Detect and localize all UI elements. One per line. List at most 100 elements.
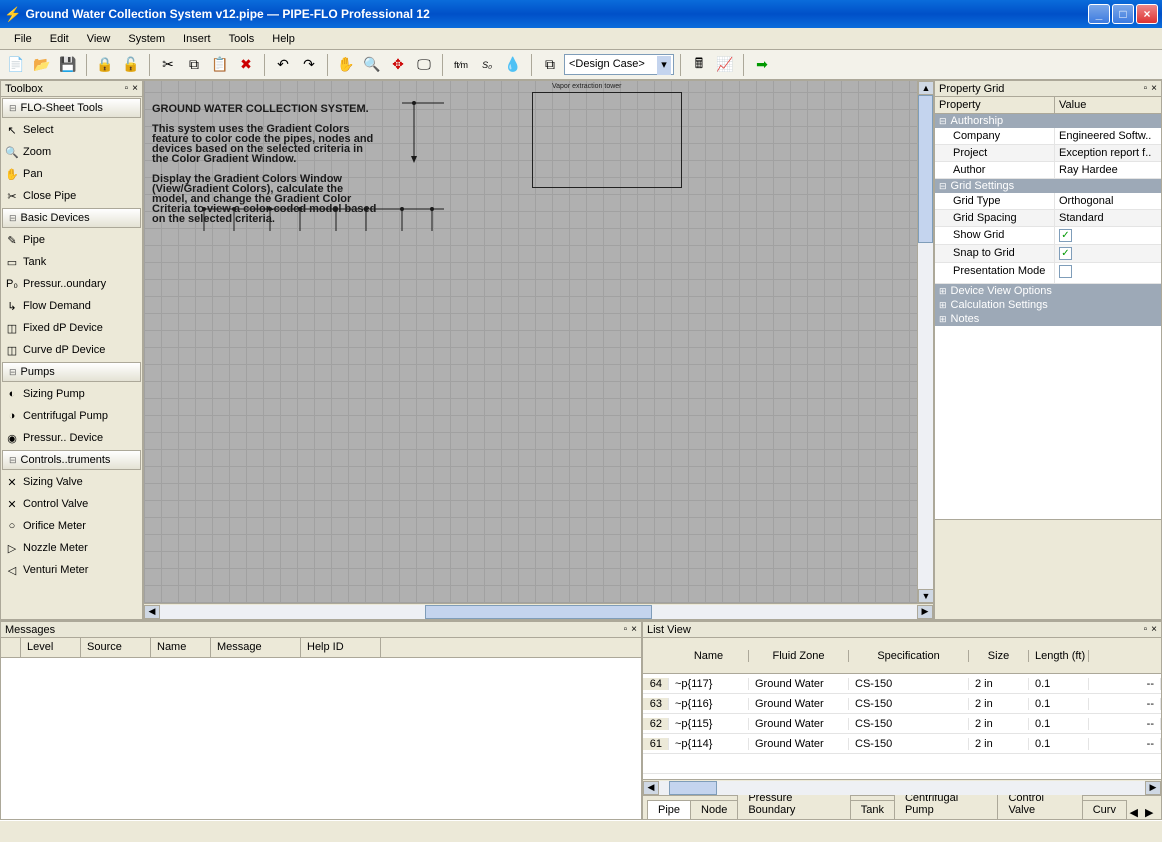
table-row[interactable]: 64~p{117}Ground WaterCS-1502 in0.1--: [643, 674, 1161, 694]
toolbox-item[interactable]: ○Orifice Meter: [1, 515, 142, 537]
toolbox-item[interactable]: ▷Nozzle Meter: [1, 537, 142, 559]
msg-col[interactable]: Name: [151, 638, 211, 657]
toolbox-item[interactable]: ✎Pipe: [1, 229, 142, 251]
table-row[interactable]: 63~p{116}Ground WaterCS-1502 in0.1--: [643, 694, 1161, 714]
toolbox-item[interactable]: ◐Sizing Pump: [1, 383, 142, 405]
design-case-select[interactable]: <Design Case>: [564, 54, 674, 75]
menu-insert[interactable]: Insert: [175, 31, 219, 47]
menu-tools[interactable]: Tools: [221, 31, 263, 47]
pg-prop-value[interactable]: Standard: [1055, 210, 1161, 226]
msg-col[interactable]: Level: [21, 638, 81, 657]
toolbox-item[interactable]: ✋Pan: [1, 163, 142, 185]
menu-help[interactable]: Help: [264, 31, 303, 47]
toolbox-item[interactable]: ◫Curve dP Device: [1, 339, 142, 361]
toolbox-item[interactable]: ↳Flow Demand: [1, 295, 142, 317]
close-icon[interactable]: ×: [132, 83, 138, 94]
tab-nav-left[interactable]: ◀: [1126, 806, 1142, 819]
toolbox-item[interactable]: P₀Pressur..oundary: [1, 273, 142, 295]
msg-col[interactable]: Source: [81, 638, 151, 657]
table-row[interactable]: [643, 754, 1161, 774]
checkbox[interactable]: ✓: [1059, 247, 1072, 260]
tab-tank[interactable]: Tank: [850, 800, 895, 819]
undo-icon[interactable]: ↶: [271, 53, 295, 77]
delete-icon[interactable]: ✖: [234, 53, 258, 77]
pin-icon[interactable]: ▫: [1144, 624, 1148, 635]
minimize-button[interactable]: _: [1088, 4, 1110, 24]
export-icon[interactable]: ➡: [750, 53, 774, 77]
maximize-button[interactable]: □: [1112, 4, 1134, 24]
toolbox-group[interactable]: FLO-Sheet Tools: [2, 98, 141, 118]
toolbox-item[interactable]: ◫Fixed dP Device: [1, 317, 142, 339]
pg-prop-value[interactable]: [1055, 263, 1161, 283]
listview-hscroll[interactable]: ◀▶: [643, 779, 1161, 795]
pg-prop-value[interactable]: Exception report f..: [1055, 145, 1161, 161]
lv-col-head[interactable]: Name: [669, 650, 749, 662]
toolbox-item[interactable]: ✕Control Valve: [1, 493, 142, 515]
pg-category[interactable]: Authorship: [935, 114, 1161, 128]
toolbox-group[interactable]: Pumps: [2, 362, 141, 382]
cut-icon[interactable]: ✂: [156, 53, 180, 77]
open-icon[interactable]: 📂: [30, 53, 54, 77]
pin-icon[interactable]: ▫: [1144, 83, 1148, 94]
menu-view[interactable]: View: [79, 31, 119, 47]
fit-icon[interactable]: ✥: [386, 53, 410, 77]
menu-edit[interactable]: Edit: [42, 31, 77, 47]
fluid-icon[interactable]: S₀: [475, 53, 499, 77]
toolbox-item[interactable]: ✂Close Pipe: [1, 185, 142, 207]
tab-pipe[interactable]: Pipe: [647, 800, 691, 819]
zoom-icon[interactable]: 🔍: [360, 53, 384, 77]
pg-prop-value[interactable]: ✓: [1055, 245, 1161, 262]
lv-col-head[interactable]: Specification: [849, 650, 969, 662]
lock-icon[interactable]: 🔒: [93, 53, 117, 77]
msg-col[interactable]: [1, 638, 21, 657]
copy-icon[interactable]: ⧉: [182, 53, 206, 77]
toolbox-item[interactable]: ▭Tank: [1, 251, 142, 273]
presentation-icon[interactable]: 🖵: [412, 53, 436, 77]
toolbox-item[interactable]: ◁Venturi Meter: [1, 559, 142, 581]
checkbox[interactable]: ✓: [1059, 229, 1072, 242]
canvas-vscroll[interactable]: ▲▼: [917, 81, 933, 603]
menu-system[interactable]: System: [120, 31, 173, 47]
checkbox[interactable]: [1059, 265, 1072, 278]
table-row[interactable]: 61~p{114}Ground WaterCS-1502 in0.1--: [643, 734, 1161, 754]
pg-prop-value[interactable]: ✓: [1055, 227, 1161, 244]
pg-category[interactable]: Calculation Settings: [935, 298, 1161, 312]
tab-node[interactable]: Node: [690, 800, 738, 819]
graph-icon[interactable]: 📈: [713, 53, 737, 77]
pg-category[interactable]: Device View Options: [935, 284, 1161, 298]
flo-sheet-canvas[interactable]: GROUND WATER COLLECTION SYSTEM. This sys…: [144, 81, 917, 603]
close-button[interactable]: ×: [1136, 4, 1158, 24]
close-icon[interactable]: ×: [1151, 624, 1157, 635]
lv-col-head[interactable]: Size: [969, 650, 1029, 662]
pg-category[interactable]: Grid Settings: [935, 179, 1161, 193]
pg-category[interactable]: Notes: [935, 312, 1161, 326]
tab-curv[interactable]: Curv: [1082, 800, 1127, 819]
toolbox-item[interactable]: ↖Select: [1, 119, 142, 141]
tab-nav-right[interactable]: ▶: [1141, 806, 1157, 819]
save-icon[interactable]: 💾: [56, 53, 80, 77]
close-icon[interactable]: ×: [631, 624, 637, 635]
units-icon[interactable]: ft⁄m: [449, 53, 473, 77]
copy-sheet-icon[interactable]: ⧉: [538, 53, 562, 77]
toolbox-item[interactable]: ◉Pressur.. Device: [1, 427, 142, 449]
close-icon[interactable]: ×: [1151, 83, 1157, 94]
calc-icon[interactable]: 🖩: [687, 53, 711, 77]
redo-icon[interactable]: ↷: [297, 53, 321, 77]
toolbox-item[interactable]: 🔍Zoom: [1, 141, 142, 163]
droplet-icon[interactable]: 💧: [501, 53, 525, 77]
pg-prop-value[interactable]: Ray Hardee: [1055, 162, 1161, 178]
msg-col[interactable]: Help ID: [301, 638, 381, 657]
unlock-icon[interactable]: 🔓: [119, 53, 143, 77]
new-icon[interactable]: 📄: [4, 53, 28, 77]
pg-prop-value[interactable]: Engineered Softw..: [1055, 128, 1161, 144]
toolbox-item[interactable]: ◑Centrifugal Pump: [1, 405, 142, 427]
toolbox-group[interactable]: Controls..truments: [2, 450, 141, 470]
pin-icon[interactable]: ▫: [624, 624, 628, 635]
toolbox-item[interactable]: ✕Sizing Valve: [1, 471, 142, 493]
pan-icon[interactable]: ✋: [334, 53, 358, 77]
pg-prop-value[interactable]: Orthogonal: [1055, 193, 1161, 209]
canvas-hscroll[interactable]: ◀▶: [144, 603, 933, 619]
toolbox-group[interactable]: Basic Devices: [2, 208, 141, 228]
paste-icon[interactable]: 📋: [208, 53, 232, 77]
lv-col-head[interactable]: Length (ft): [1029, 650, 1089, 662]
